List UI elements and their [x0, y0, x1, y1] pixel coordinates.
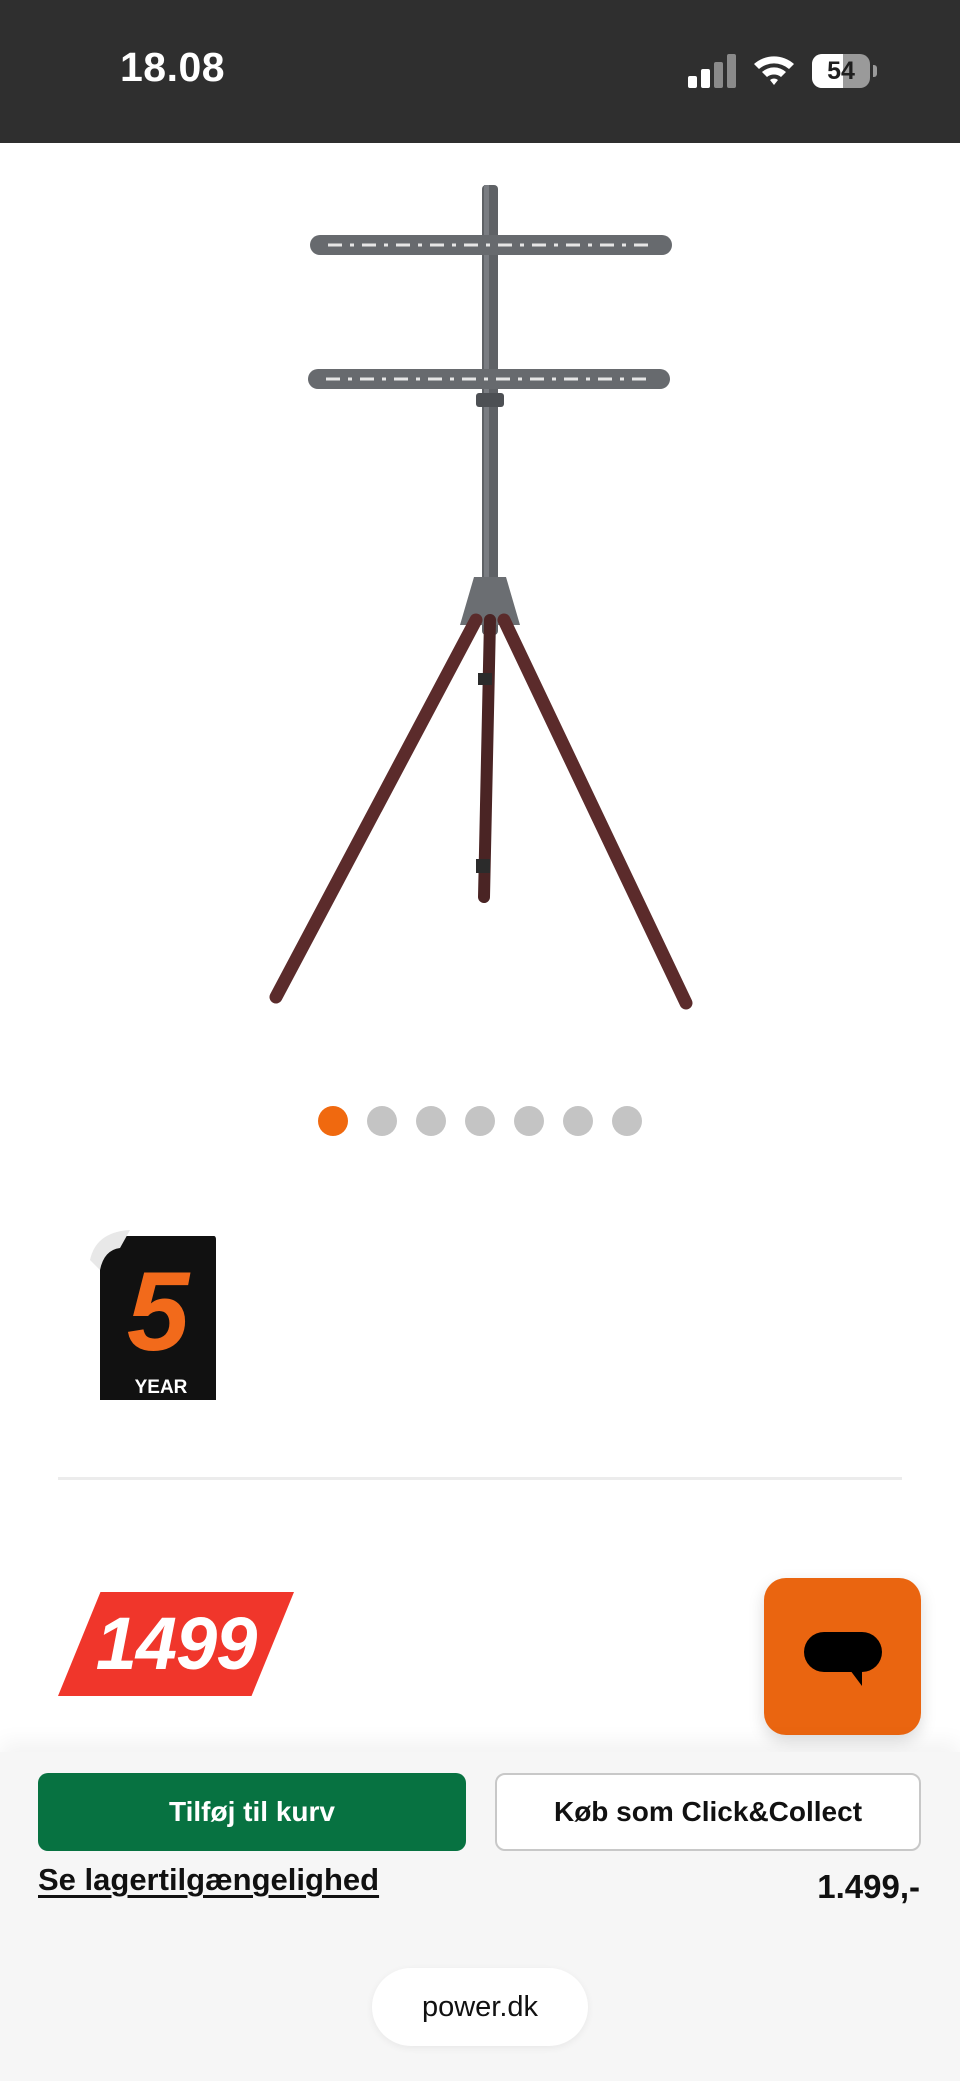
price-tag-value: 1499 — [95, 1602, 258, 1685]
add-to-cart-button[interactable]: Tilføj til kurv — [38, 1773, 466, 1851]
battery-icon: 54 — [812, 54, 878, 88]
stock-availability-link[interactable]: Se lagertilgængelighed — [38, 1862, 379, 1898]
chat-button[interactable] — [764, 1578, 921, 1735]
click-collect-button[interactable]: Køb som Click&Collect — [495, 1773, 921, 1851]
warranty-badge: 5 YEAR WARRANTY — [90, 1230, 216, 1400]
status-time: 18.08 — [120, 44, 226, 90]
carousel-dot[interactable] — [465, 1106, 495, 1136]
warranty-number: 5 — [127, 1249, 191, 1374]
carousel-dot[interactable] — [416, 1106, 446, 1136]
carousel-dot[interactable] — [367, 1106, 397, 1136]
wifi-icon — [754, 56, 794, 85]
carousel-dot[interactable] — [514, 1106, 544, 1136]
divider — [58, 1477, 902, 1480]
browser-url-bar[interactable]: power.dk — [372, 1968, 588, 2046]
image-carousel-dots — [318, 1106, 642, 1136]
cellular-signal-icon — [688, 54, 736, 88]
carousel-dot[interactable] — [318, 1106, 348, 1136]
status-bar: 18.08 54 — [0, 0, 960, 143]
carousel-dot[interactable] — [563, 1106, 593, 1136]
chat-bubble-icon — [804, 1632, 882, 1686]
product-image[interactable] — [240, 175, 720, 1015]
warranty-text: YEAR — [135, 1377, 188, 1398]
battery-level: 54 — [827, 57, 855, 85]
price-tag: 1499 — [58, 1592, 294, 1696]
bottom-price: 1.499,- — [817, 1868, 920, 1905]
carousel-dot[interactable] — [612, 1106, 642, 1136]
